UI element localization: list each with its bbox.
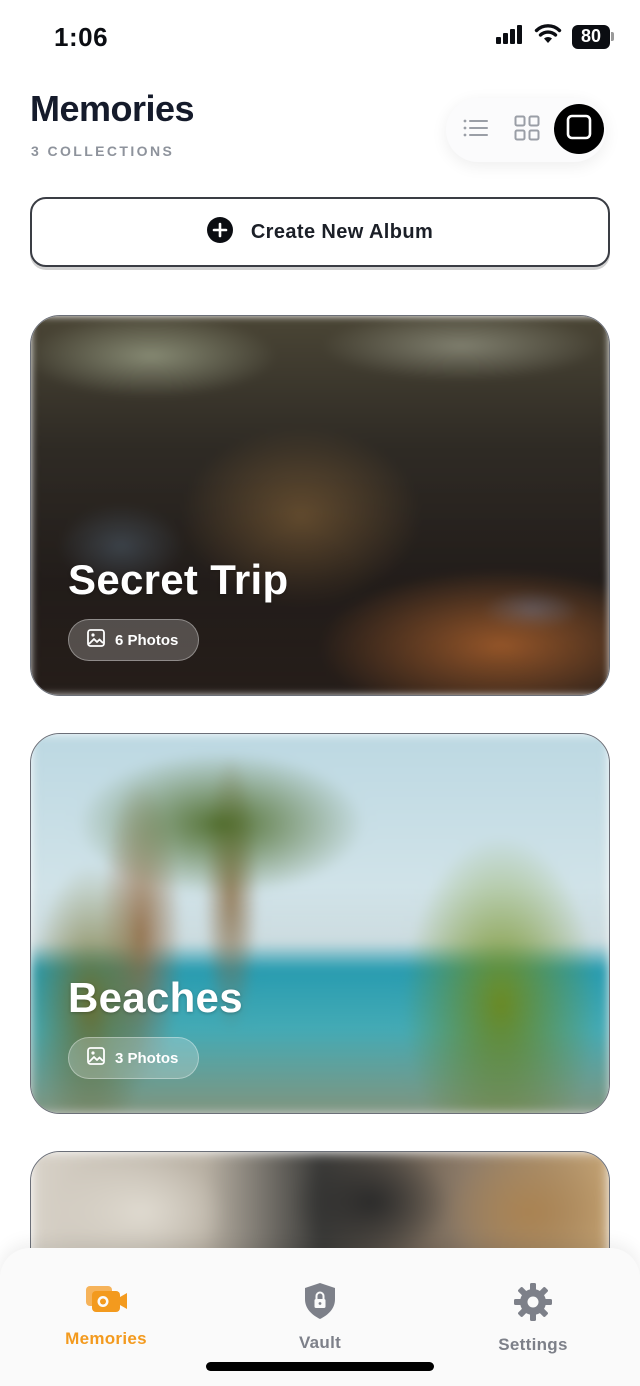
tab-memories[interactable]: Memories <box>36 1282 176 1349</box>
tab-label: Settings <box>498 1335 568 1354</box>
wifi-icon <box>534 24 562 49</box>
tab-settings[interactable]: Settings <box>463 1282 603 1355</box>
shield-lock-icon <box>302 1282 338 1325</box>
signal-bars-icon <box>496 24 524 49</box>
list-view-button[interactable] <box>452 106 500 154</box>
tab-bar: Memories Vault Settings <box>0 1248 640 1386</box>
tab-label: Memories <box>65 1329 147 1348</box>
battery-level: 80 <box>572 24 610 49</box>
collections-count: 3 COLLECTIONS <box>31 143 175 159</box>
home-indicator <box>206 1362 434 1371</box>
grid-view-button[interactable] <box>503 106 551 154</box>
tab-label: Vault <box>298 1333 342 1352</box>
image-icon <box>87 1046 105 1070</box>
album-card-beaches[interactable]: Beaches 3 Photos <box>30 733 610 1114</box>
page-title: Memories <box>30 88 195 129</box>
album-title: Beaches <box>68 974 243 1021</box>
plus-circle-icon <box>206 216 233 248</box>
grid-view-icon <box>514 115 540 146</box>
tab-vault[interactable]: Vault <box>250 1282 390 1353</box>
status-time: 1:06 <box>54 22 109 52</box>
photo-count-badge: 3 Photos <box>68 1037 200 1079</box>
album-title: Secret Trip <box>68 556 289 603</box>
status-icons: 80 <box>496 24 614 49</box>
photo-count-label: 3 Photos <box>115 1049 179 1067</box>
photos-icon <box>84 1282 128 1321</box>
battery-icon: 80 <box>572 24 614 49</box>
view-mode-switcher <box>446 98 606 162</box>
status-bar: 1:06 80 <box>0 0 640 80</box>
photo-count-badge: 6 Photos <box>68 619 200 661</box>
list-view-icon <box>463 118 489 143</box>
album-card-secret-trip[interactable]: Secret Trip 6 Photos <box>30 315 610 696</box>
single-view-button[interactable] <box>554 104 604 154</box>
photo-count-label: 6 Photos <box>115 631 179 649</box>
create-album-label: Create New Album <box>250 220 434 243</box>
single-view-icon <box>566 114 592 145</box>
gear-icon <box>513 1282 553 1327</box>
image-icon <box>87 628 105 652</box>
create-album-button[interactable]: Create New Album <box>30 197 610 267</box>
